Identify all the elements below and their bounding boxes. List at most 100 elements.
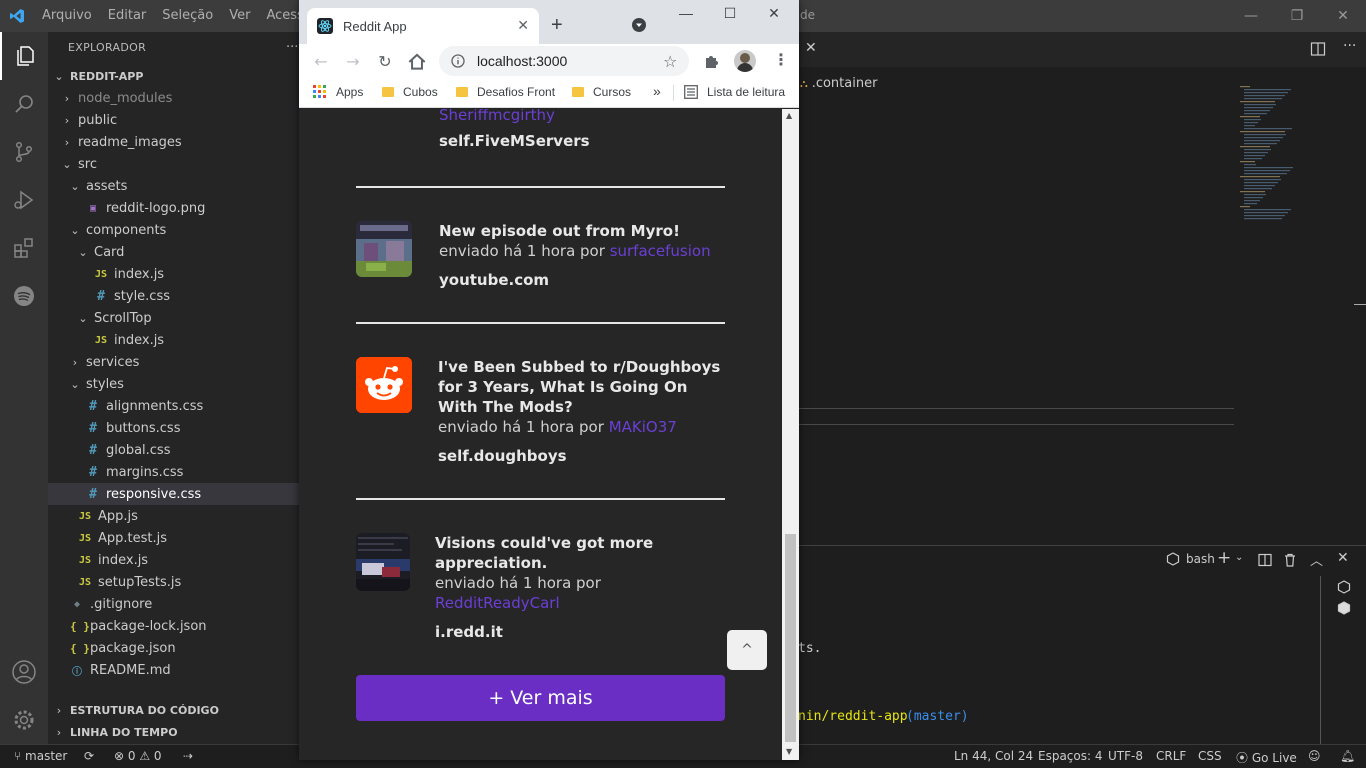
more-actions-icon[interactable]: ··· [286, 40, 298, 55]
tab-search-icon[interactable] [632, 18, 646, 32]
home-icon[interactable] [405, 51, 429, 73]
tree-folder[interactable]: ⌄ assets [48, 175, 299, 197]
feedback-icon[interactable]: ☺ [1308, 749, 1321, 763]
line-ending[interactable]: CRLF [1156, 749, 1186, 763]
tree-file[interactable]: JS index.js [48, 329, 299, 351]
post-card-partial[interactable]: Sheriffmcgirthy self.FiveMServers [356, 109, 725, 150]
notifications-icon[interactable]: 🔔︎ [1340, 749, 1355, 763]
bookmark-cubos[interactable]: Cubos [382, 85, 438, 99]
indentation[interactable]: Espaços: 4 [1038, 749, 1103, 763]
tree-file[interactable]: JS setupTests.js [48, 571, 299, 593]
editor-more-icon[interactable]: ··· [1343, 38, 1356, 54]
split-terminal-icon[interactable] [1258, 553, 1272, 567]
chrome-menu-icon[interactable]: ⋮ [773, 50, 789, 69]
new-tab-icon[interactable]: + [551, 14, 563, 37]
bookmark-desafios-front[interactable]: Desafios Front [456, 85, 555, 99]
tree-file[interactable]: # buttons.css [48, 417, 299, 439]
tree-file[interactable]: JS App.test.js [48, 527, 299, 549]
load-more-button[interactable]: + Ver mais [356, 675, 725, 721]
extensions-puzzle-icon[interactable] [704, 53, 720, 69]
menu-selecao[interactable]: Seleção [154, 0, 221, 32]
minimize-icon[interactable]: — [663, 5, 709, 27]
tree-file[interactable]: ⓘ README.md [48, 659, 299, 681]
scroll-down-arrow-icon[interactable]: ▼ [786, 747, 792, 756]
reload-icon[interactable]: ↻ [373, 50, 397, 72]
post-thumbnail[interactable] [356, 357, 412, 413]
post-thumbnail[interactable] [356, 533, 410, 591]
run-debug-icon[interactable] [0, 176, 48, 224]
minimize-icon[interactable]: — [1228, 0, 1274, 32]
trash-icon[interactable] [1283, 553, 1297, 567]
tree-file[interactable]: # margins.css [48, 461, 299, 483]
tree-folder[interactable]: › services [48, 351, 299, 373]
close-icon[interactable]: ✕ [751, 5, 797, 27]
tree-file[interactable]: # global.css [48, 439, 299, 461]
timeline-section[interactable]: › LINHA DO TEMPO [48, 721, 299, 743]
project-root[interactable]: ⌄ REDDIT-APP [48, 65, 299, 87]
page-scrollbar[interactable]: ▲ ▼ [782, 109, 799, 760]
tree-folder[interactable]: › public [48, 109, 299, 131]
encoding[interactable]: UTF-8 [1108, 749, 1143, 763]
menu-editar[interactable]: Editar [100, 0, 155, 32]
tree-folder[interactable]: › readme_images [48, 131, 299, 153]
scroll-top-button[interactable]: ^ [727, 630, 767, 670]
address-bar[interactable]: localhost:3000 ☆ [439, 46, 689, 76]
info-icon[interactable] [451, 54, 465, 68]
browser-tab[interactable]: Reddit App ✕ [307, 8, 539, 44]
close-panel-icon[interactable]: ✕ [1337, 550, 1349, 566]
back-icon[interactable]: ← [309, 50, 333, 72]
branch-status[interactable]: ⑂ master [14, 749, 67, 763]
more-bookmarks-icon[interactable]: » [653, 83, 661, 99]
scroll-up-arrow-icon[interactable]: ▲ [786, 111, 792, 120]
tree-file[interactable]: { } package-lock.json [48, 615, 299, 637]
account-icon[interactable] [0, 648, 48, 696]
post-card[interactable]: Visions could've got more appreciation. … [356, 533, 725, 641]
tree-folder[interactable]: ⌄ components [48, 219, 299, 241]
tab-close-icon[interactable]: ✕ [805, 40, 817, 56]
menu-arquivo[interactable]: Arquivo [34, 0, 100, 32]
go-live-button[interactable]: ⦿ Go Live [1236, 749, 1297, 766]
problems-status[interactable]: ⊗ 0 ⚠ 0 [114, 749, 162, 763]
scrollbar-thumb[interactable] [785, 534, 796, 742]
breadcrumb[interactable]: ⛬ .container [800, 76, 877, 91]
menu-ver[interactable]: Ver [221, 0, 258, 32]
tree-folder[interactable]: ⌄ ScrollTop [48, 307, 299, 329]
tree-folder[interactable]: ⌄ Card [48, 241, 299, 263]
search-icon[interactable] [0, 80, 48, 128]
reading-list[interactable]: Lista de leitura [684, 85, 785, 99]
terminal-instance-icon[interactable] [1337, 601, 1351, 615]
tree-file[interactable]: ▣ reddit-logo.png [48, 197, 299, 219]
post-title[interactable]: Visions could've got more appreciation. [435, 533, 725, 573]
tree-file[interactable]: # alignments.css [48, 395, 299, 417]
post-author[interactable]: Sheriffmcgirthy [439, 109, 555, 124]
post-card[interactable]: I've Been Subbed to r/Doughboys for 3 Ye… [356, 357, 725, 465]
terminal-instance-icon[interactable] [1337, 580, 1351, 594]
tree-file[interactable]: JS App.js [48, 505, 299, 527]
settings-gear-icon[interactable] [0, 696, 48, 744]
tree-file[interactable]: JS index.js [48, 549, 299, 571]
chevron-down-icon[interactable]: ⌄ [1235, 552, 1243, 563]
live-share-icon[interactable]: ⇢ [183, 749, 193, 763]
tree-file[interactable]: ◆ .gitignore [48, 593, 299, 615]
bookmark-star-icon[interactable]: ☆ [663, 52, 677, 71]
profile-avatar[interactable] [734, 50, 756, 72]
tree-folder[interactable]: ⌄ src [48, 153, 299, 175]
bookmark-cursos[interactable]: Cursos [572, 85, 631, 99]
minimap[interactable] [1240, 86, 1355, 221]
spotify-icon[interactable] [0, 272, 48, 320]
sync-icon[interactable]: ⟳ [84, 749, 94, 763]
new-terminal-icon[interactable]: + [1217, 548, 1231, 568]
post-author[interactable]: RedditReadyCarl [435, 594, 560, 612]
outline-section[interactable]: › ESTRUTURA DO CÓDIGO [48, 699, 299, 721]
extensions-icon[interactable] [0, 224, 48, 272]
restore-icon[interactable]: ❐ [1274, 0, 1320, 32]
tree-file[interactable]: # style.css [48, 285, 299, 307]
tree-file[interactable]: # responsive.css [48, 483, 299, 505]
tree-file[interactable]: { } package.json [48, 637, 299, 659]
bookmark-apps[interactable]: Apps [313, 85, 363, 99]
post-card[interactable]: New episode out from Myro! enviado há 1 … [356, 221, 725, 289]
post-author[interactable]: MAKiO37 [609, 418, 677, 436]
post-author[interactable]: surfacefusion [610, 242, 711, 260]
source-control-icon[interactable] [0, 128, 48, 176]
close-icon[interactable]: ✕ [1320, 0, 1366, 32]
